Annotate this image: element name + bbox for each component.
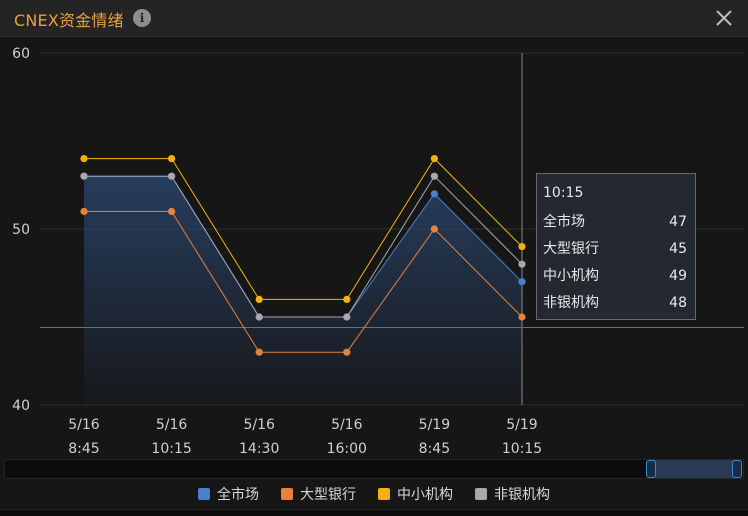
chart-tooltip: 10:15 全市场 47 大型银行 45 中小机构 49 非银机构 48 — [536, 173, 696, 320]
x-tick-label: 5/16 — [156, 417, 188, 433]
legend-item-中小机构[interactable]: 中小机构 — [378, 483, 453, 505]
zoom-slider-track[interactable] — [4, 459, 744, 479]
zoom-slider-start-handle[interactable] — [646, 460, 656, 478]
tooltip-title: 10:15 — [543, 185, 584, 201]
legend-swatch — [475, 488, 487, 500]
chart-legend: 全市场 大型银行 中小机构 非银机构 — [0, 483, 748, 505]
tooltip-series-name: 中小机构 — [543, 268, 599, 284]
legend-swatch — [198, 488, 210, 500]
data-point — [430, 172, 438, 180]
tooltip-series-value: 47 — [669, 214, 687, 230]
close-icon[interactable] — [714, 8, 734, 28]
tooltip-row: 非银机构 48 — [543, 290, 687, 317]
tooltip-row: 全市场 47 — [543, 209, 687, 236]
x-tick-label: 5/16 — [243, 417, 275, 433]
data-point — [80, 172, 88, 180]
data-point — [518, 260, 526, 268]
data-point — [518, 243, 526, 251]
info-icon[interactable]: i — [133, 9, 151, 27]
legend-item-非银机构[interactable]: 非银机构 — [475, 483, 550, 505]
x-tick-label: 5/19 — [419, 417, 450, 433]
legend-label: 大型银行 — [300, 487, 356, 503]
data-point — [168, 172, 176, 180]
tooltip-row: 中小机构 49 — [543, 263, 687, 290]
data-point — [430, 225, 438, 233]
data-point — [255, 295, 263, 303]
data-point — [430, 155, 438, 163]
x-tick-label: 5/16 — [331, 417, 363, 433]
data-point — [80, 207, 88, 215]
tooltip-series-value: 49 — [669, 268, 687, 284]
data-point — [343, 313, 351, 321]
x-tick-label: 10:15 — [151, 441, 191, 457]
x-tick-label: 5/19 — [506, 417, 537, 433]
tooltip-series-value: 45 — [669, 241, 687, 257]
legend-item-大型银行[interactable]: 大型银行 — [281, 483, 356, 505]
data-point — [343, 348, 351, 356]
series-area-fill — [84, 176, 522, 405]
x-tick-label: 5/16 — [68, 417, 100, 433]
x-tick-label: 8:45 — [68, 441, 99, 457]
legend-swatch — [378, 488, 390, 500]
tooltip-series-name: 非银机构 — [543, 295, 599, 311]
x-tick-label: 10:15 — [502, 441, 542, 457]
y-tick-label: 60 — [12, 46, 30, 62]
data-point — [430, 190, 438, 198]
data-point — [168, 207, 176, 215]
data-point — [168, 155, 176, 163]
tooltip-series-name: 大型银行 — [543, 241, 599, 257]
data-point — [255, 348, 263, 356]
data-point — [255, 313, 263, 321]
legend-item-全市场[interactable]: 全市场 — [198, 483, 259, 505]
x-tick-label: 14:30 — [239, 441, 279, 457]
zoom-slider-end-handle[interactable] — [732, 460, 742, 478]
panel-title: CNEX资金情绪 — [14, 11, 124, 30]
tooltip-series-name: 全市场 — [543, 214, 585, 230]
data-point — [518, 278, 526, 286]
y-tick-label: 50 — [12, 222, 30, 238]
zoom-slider-window[interactable] — [650, 460, 738, 478]
legend-swatch — [281, 488, 293, 500]
panel-header: CNEX资金情绪 i — [0, 0, 748, 37]
data-point — [80, 155, 88, 163]
data-point — [343, 295, 351, 303]
legend-label: 非银机构 — [494, 487, 550, 503]
tooltip-row: 大型银行 45 — [543, 236, 687, 263]
tooltip-series-value: 48 — [669, 295, 687, 311]
legend-label: 中小机构 — [397, 487, 453, 503]
x-tick-label: 16:00 — [327, 441, 367, 457]
data-point — [518, 313, 526, 321]
y-tick-label: 40 — [12, 398, 30, 414]
x-tick-label: 8:45 — [419, 441, 450, 457]
legend-label: 全市场 — [217, 487, 259, 503]
